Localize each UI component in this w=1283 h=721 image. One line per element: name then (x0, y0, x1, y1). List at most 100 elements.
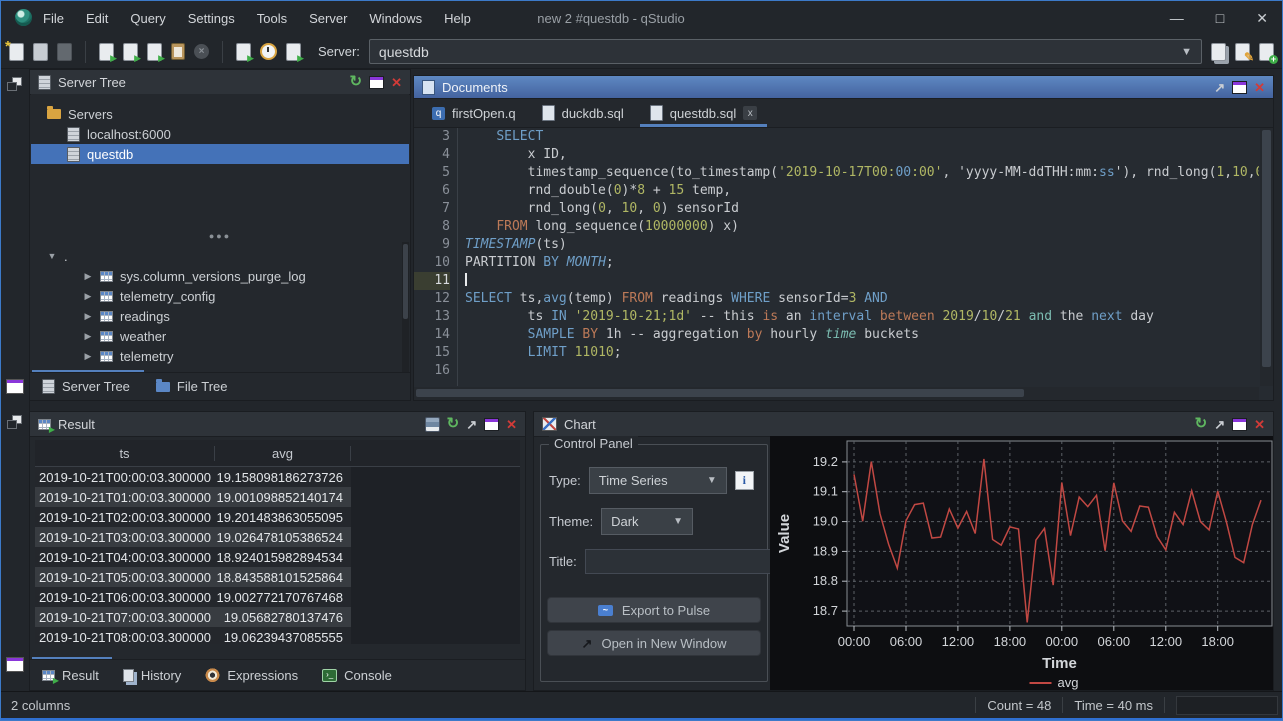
clipboard-icon[interactable] (171, 43, 185, 60)
time-status: Time = 40 ms (1074, 698, 1153, 713)
server-icon (38, 75, 51, 90)
chart-type-select[interactable]: Time Series ▼ (589, 467, 727, 494)
svg-text:19.2: 19.2 (813, 454, 838, 469)
export-to-pulse-button[interactable]: Export to Pulse (547, 597, 761, 623)
close-button[interactable]: ✕ (1256, 10, 1268, 27)
editor-vertical-scrollbar[interactable] (1260, 128, 1273, 386)
tree-node-table[interactable]: ▶sys.column_versions_purge_log (31, 266, 401, 286)
editor-horizontal-scrollbar[interactable] (414, 387, 1259, 400)
menu-tools[interactable]: Tools (257, 11, 287, 26)
table-row[interactable]: 2019-10-21T01:00:03.30000019.00109885214… (35, 487, 351, 507)
sql-file-icon (542, 105, 555, 121)
refresh-icon[interactable]: ↻ (350, 75, 363, 89)
popout-icon[interactable]: ↗ (1214, 81, 1225, 94)
menu-edit[interactable]: Edit (86, 11, 108, 26)
tree-scrollbar[interactable] (402, 242, 409, 372)
minimize-button[interactable]: — (1170, 10, 1184, 26)
table-row[interactable]: 2019-10-21T00:00:03.30000019.15809818627… (35, 467, 351, 487)
chart-theme-select[interactable]: Dark ▼ (601, 508, 693, 535)
close-panel-icon[interactable]: ✕ (391, 76, 402, 89)
maximize-panel-icon[interactable] (369, 76, 384, 89)
popout-icon[interactable]: ↗ (1214, 418, 1225, 431)
panel-window-icon[interactable] (6, 657, 24, 672)
tab-history[interactable]: History (123, 668, 181, 683)
cell-avg: 19.158098186273726 (215, 470, 351, 485)
run-line-icon[interactable] (123, 43, 138, 61)
copy-server-icon[interactable] (1211, 43, 1226, 61)
table-row[interactable]: 2019-10-21T03:00:03.30000019.02647810538… (35, 527, 351, 547)
table-row[interactable]: 2019-10-21T05:00:03.30000018.84358810152… (35, 567, 351, 587)
edit-server-icon[interactable] (1235, 43, 1250, 61)
tree-node-table[interactable]: ▶readings (31, 306, 401, 326)
menu-file[interactable]: File (43, 11, 64, 26)
tab-console[interactable]: Console (322, 668, 392, 683)
eye-icon (205, 668, 220, 683)
maximize-button[interactable]: □ (1216, 10, 1224, 26)
close-panel-icon[interactable]: ✕ (1254, 81, 1265, 94)
table-row[interactable]: 2019-10-21T02:00:03.30000019.20148386305… (35, 507, 351, 527)
save-file-icon[interactable] (57, 43, 72, 61)
refresh-icon[interactable]: ↻ (1195, 417, 1208, 431)
tab-expressions[interactable]: Expressions (205, 668, 298, 683)
window-title: new 2 #questdb - qStudio (431, 1, 791, 35)
table-row[interactable]: 2019-10-21T07:00:03.30000019.05682780137… (35, 607, 351, 627)
restore-panels-icon[interactable] (7, 77, 22, 91)
doc-tab-questdb.sql[interactable]: questdb.sqlx (638, 99, 770, 127)
tree-node-db-root[interactable]: ▼. (31, 246, 401, 266)
tree-node-table[interactable]: ▶telemetry_config (31, 286, 401, 306)
send-script-icon[interactable] (286, 43, 301, 61)
add-server-icon[interactable] (1259, 43, 1274, 61)
new-document-icon[interactable] (9, 43, 24, 61)
table-row[interactable]: 2019-10-21T04:00:03.30000018.92401598289… (35, 547, 351, 567)
table-row[interactable]: 2019-10-21T08:00:03.30000019.06239437085… (35, 627, 351, 644)
tree-node-server[interactable]: questdb (31, 144, 409, 164)
maximize-panel-icon[interactable] (1232, 418, 1247, 431)
run-query-icon[interactable] (99, 43, 114, 61)
tree-node-table[interactable]: ▶weather (31, 326, 401, 346)
tab-result[interactable]: Result (42, 668, 99, 683)
line-number: 11 (414, 272, 450, 290)
maximize-panel-icon[interactable] (484, 418, 499, 431)
splitter-handle[interactable]: ●●● (31, 230, 409, 242)
tab-server-tree[interactable]: Server Tree (42, 379, 130, 394)
open-file-icon[interactable] (33, 43, 48, 61)
cancel-query-icon[interactable]: × (194, 44, 209, 59)
open-in-new-window-button[interactable]: ↗ Open in New Window (547, 630, 761, 656)
panel-window-icon[interactable] (6, 379, 24, 394)
chart-header: Chart ↻ ↗ ✕ (534, 412, 1273, 437)
run-selection-icon[interactable] (147, 43, 162, 61)
server-combobox[interactable]: questdb ▼ (369, 39, 1202, 64)
menu-settings[interactable]: Settings (188, 11, 235, 26)
menu-query[interactable]: Query (130, 11, 165, 26)
code-area[interactable]: SELECT x ID, timestamp_sequence(to_times… (458, 128, 1259, 386)
time-series-chart: 18.718.818.919.019.119.200:0006:0012:001… (770, 436, 1273, 690)
menu-windows[interactable]: Windows (369, 11, 422, 26)
code-line: SELECT (465, 128, 1259, 146)
tab-file-tree[interactable]: File Tree (156, 379, 228, 394)
close-tab-icon[interactable]: x (743, 106, 757, 120)
column-header-avg[interactable]: avg (215, 446, 351, 461)
popout-icon[interactable]: ↗ (466, 418, 477, 431)
refresh-icon[interactable]: ↻ (447, 417, 460, 431)
sql-editor[interactable]: 345678910111213141516 SELECT x ID, times… (414, 128, 1259, 386)
chart-title-input[interactable] (585, 549, 775, 574)
sql-file-icon (650, 105, 663, 121)
tree-node-servers[interactable]: Servers (31, 104, 409, 124)
terminal-icon (322, 669, 337, 682)
doc-tab-duckdb.sql[interactable]: duckdb.sql (530, 99, 636, 127)
close-panel-icon[interactable]: ✕ (506, 418, 517, 431)
doc-tab-firstOpen.q[interactable]: firstOpen.q (420, 99, 528, 127)
maximize-panel-icon[interactable] (1232, 81, 1247, 94)
cell-ts: 2019-10-21T07:00:03.300000 (35, 610, 215, 625)
column-header-ts[interactable]: ts (35, 446, 215, 461)
menu-server[interactable]: Server (309, 11, 347, 26)
export-result-icon[interactable] (425, 417, 440, 432)
close-panel-icon[interactable]: ✕ (1254, 418, 1265, 431)
table-row[interactable]: 2019-10-21T06:00:03.30000019.00277217076… (35, 587, 351, 607)
tree-node-server[interactable]: localhost:6000 (31, 124, 409, 144)
restore-panels-icon[interactable] (7, 415, 22, 429)
info-icon[interactable]: i (735, 471, 754, 490)
run-script-icon[interactable] (236, 43, 251, 61)
tree-node-table[interactable]: ▶telemetry (31, 346, 401, 366)
schedule-icon[interactable] (260, 43, 277, 60)
